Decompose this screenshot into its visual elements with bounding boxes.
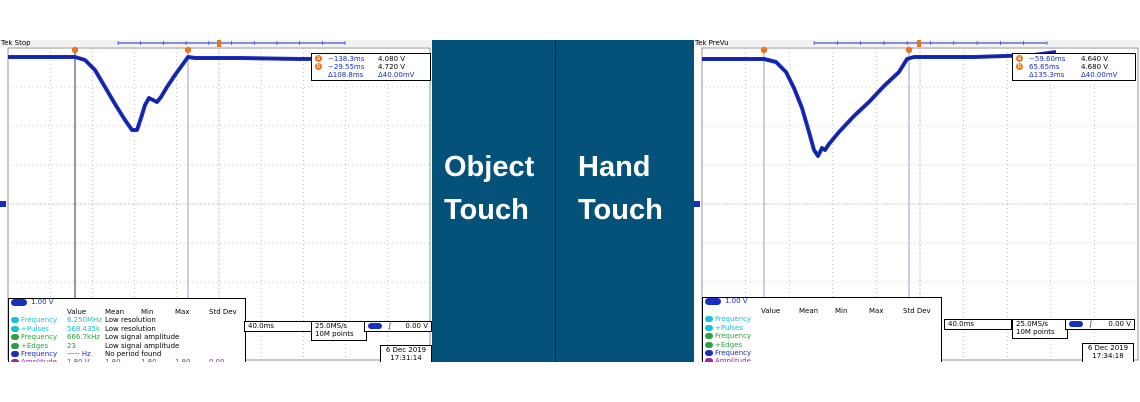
channel-chip <box>11 317 19 324</box>
channel-chip <box>11 325 19 332</box>
table-row: +Edges 23 Low signal amplitude <box>11 342 343 350</box>
table-row: +Edges <box>705 341 933 349</box>
table-row: Frequency 666.7kHz Low signal amplitude <box>11 333 343 341</box>
acquisition-box[interactable]: 25.0MS/s 10M points <box>1012 319 1068 339</box>
trigger-position-icon <box>917 40 921 47</box>
timebase-box[interactable]: 40.0ms <box>244 321 314 332</box>
cursor-marker <box>905 46 913 54</box>
cursor-b-marker: b <box>1016 63 1023 70</box>
cursor-b-time: −29.55ms <box>328 63 365 71</box>
channel-chip <box>705 333 713 340</box>
cursor-b-volt: 4.720 V <box>378 63 406 71</box>
cursor-a-volt: 4.640 V <box>1081 55 1109 63</box>
channel-chip <box>705 358 713 362</box>
table-header: Value Mean Min Max Std Dev <box>761 307 931 315</box>
cursor-readout: a −59.60ms 4.640 V b 65.65ms 4.680 V Δ135.3m… <box>1012 53 1136 81</box>
cursor-delta-time: Δ108.8ms <box>328 71 364 79</box>
measurement-table: 1.00 V Value Mean Min Max Std Dev Frequency +… <box>702 297 942 362</box>
scope-right-screen: Tek PreVu a −59.60ms 4.640 V b 65.65ms 4.680… <box>694 40 1140 362</box>
cursor-delta-volt: Δ40.00mV <box>378 71 415 79</box>
object-touch-label: Object Touch <box>444 151 535 226</box>
table-row: +Pulses <box>705 324 933 332</box>
timebase-box[interactable]: 40.0ms <box>944 319 1012 330</box>
trigger-box[interactable]: ∫ 0.00 V <box>364 321 432 332</box>
cursor-delta-volt: Δ40.00mV <box>1081 71 1118 79</box>
cursor-b-time: 65.65ms <box>1029 63 1060 71</box>
scope-left-screen: Tek Stop a −138.3ms 4.080 V b −29.55ms 4.720… <box>0 40 432 362</box>
channel-1-ground-marker <box>694 201 700 207</box>
cursor-marker <box>184 46 192 54</box>
hand-touch-label: Hand Touch <box>578 151 663 226</box>
channel-chip <box>11 334 19 341</box>
trigger-box[interactable]: ∫ 0.00 V <box>1065 319 1135 330</box>
cursor-marker <box>71 46 79 54</box>
table-row: Frequency <box>705 332 933 340</box>
channel-chip <box>11 351 19 358</box>
measurement-table: 1.00 V Value Mean Min Max Std Dev Frequency 6… <box>8 298 246 362</box>
channel-1-scale: 1.00 V <box>705 297 748 305</box>
cursor-a-time: −59.60ms <box>1029 55 1066 63</box>
cursor-b-volt: 4.680 V <box>1081 63 1109 71</box>
cursor-a-marker: a <box>315 55 322 62</box>
channel-chip <box>705 324 713 331</box>
table-row: Frequency <box>705 315 933 323</box>
date-time-box: 6 Dec 2019 17:34:18 <box>1082 343 1134 362</box>
channel-1-pill <box>705 297 721 305</box>
channel-1-pill <box>11 298 27 306</box>
cursor-readout: a −138.3ms 4.080 V b −29.55ms 4.720 V Δ108.8… <box>311 53 431 81</box>
channel-chip <box>705 350 713 357</box>
waveform-trace <box>702 50 1057 158</box>
channel-chip <box>705 341 713 348</box>
channel-1-scale: 1.00 V <box>11 298 54 306</box>
date-time-box: 6 Dec 2019 17:31:14 <box>380 345 432 362</box>
comparison-label-band: Object Touch Hand Touch <box>432 40 694 362</box>
band-divider <box>555 40 556 362</box>
channel-1-ground-marker <box>0 201 6 207</box>
table-row: Frequency <box>705 349 933 357</box>
table-row: Amplitude <box>705 357 933 362</box>
acquisition-box[interactable]: 25.0MS/s 10M points <box>311 321 367 341</box>
channel-chip <box>11 359 19 362</box>
channel-chip <box>705 316 713 323</box>
cursor-marker <box>760 46 768 54</box>
table-header: Value Mean Min Max Std Dev <box>67 308 237 316</box>
cursor-a-time: −138.3ms <box>328 55 365 63</box>
table-row: Amplitude1.80 V1.801.801.800.00 <box>11 358 343 362</box>
channel-chip <box>11 342 19 349</box>
cursor-a-marker: a <box>1016 55 1023 62</box>
scope-status: Tek PreVu <box>695 40 729 47</box>
trigger-position-icon <box>217 40 221 47</box>
table-row: Frequency ----- Hz No period found <box>11 350 343 358</box>
scope-status: Tek Stop <box>1 40 31 47</box>
cursor-delta-time: Δ135.3ms <box>1029 71 1065 79</box>
cursor-a-volt: 4.080 V <box>378 55 406 63</box>
cursor-b-marker: b <box>315 63 322 70</box>
